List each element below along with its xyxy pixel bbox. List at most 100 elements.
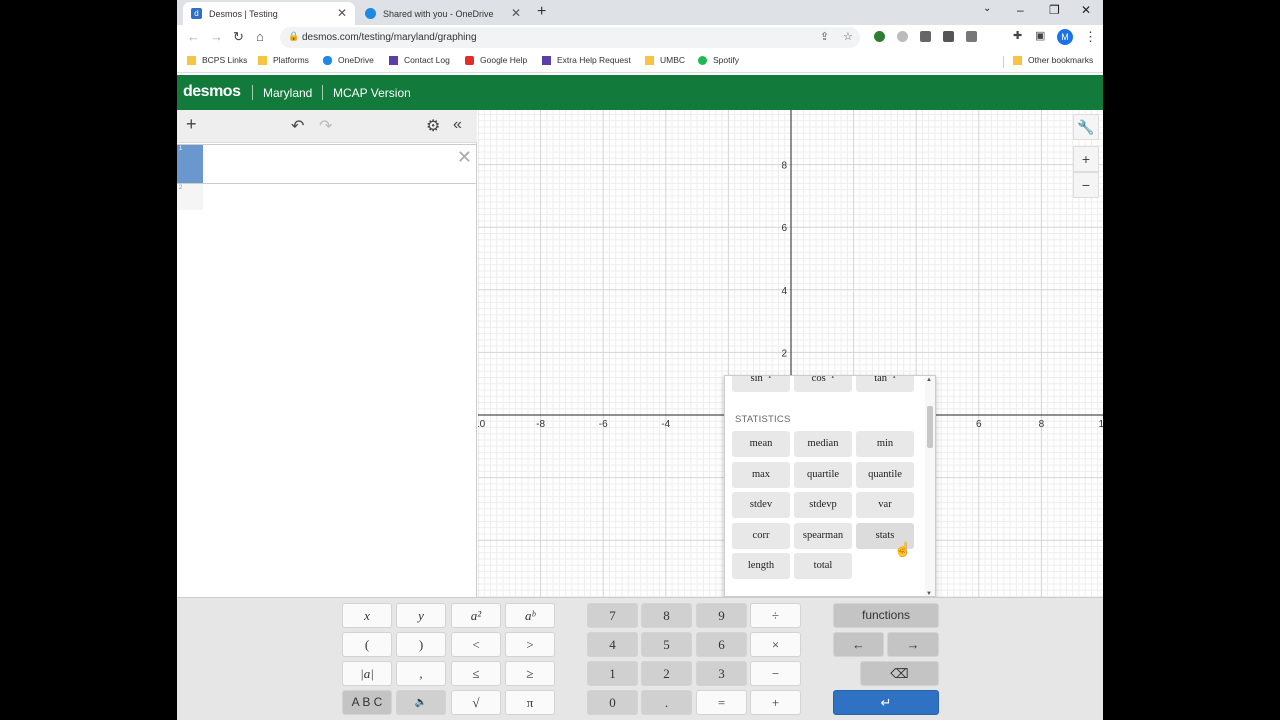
bookmark-star-icon[interactable]: ☆ bbox=[843, 30, 853, 43]
minimize-icon[interactable]: – bbox=[1017, 3, 1024, 17]
scroll-thumb[interactable] bbox=[927, 406, 933, 448]
key-minus[interactable]: − bbox=[750, 661, 801, 686]
expression-row[interactable]: 1 ✕ bbox=[177, 144, 477, 184]
key-x[interactable]: x bbox=[342, 603, 392, 628]
zoom-in-button[interactable]: + bbox=[1073, 146, 1099, 172]
key-0[interactable]: 0 bbox=[587, 690, 638, 715]
key-4[interactable]: 4 bbox=[587, 632, 638, 657]
collapse-panel-icon[interactable]: « bbox=[453, 116, 462, 134]
func-button[interactable]: quantile bbox=[856, 462, 914, 488]
func-button[interactable]: min bbox=[856, 431, 914, 457]
bookmark-google-help[interactable]: Google Help bbox=[465, 55, 527, 65]
key-less-equal[interactable]: ≤ bbox=[451, 661, 501, 686]
functions-button[interactable]: functions bbox=[833, 603, 939, 628]
key-a-power-b[interactable]: aᵇ bbox=[505, 603, 555, 628]
close-tab-icon[interactable]: ✕ bbox=[337, 6, 347, 20]
key-5[interactable]: 5 bbox=[641, 632, 692, 657]
address-bar[interactable]: 🔒 desmos.com/testing/maryland/graphing ⇪… bbox=[280, 27, 860, 48]
extension-icon[interactable] bbox=[966, 31, 977, 42]
func-button[interactable]: max bbox=[732, 462, 790, 488]
share-icon[interactable]: ⇪ bbox=[820, 30, 829, 43]
func-button[interactable]: sin⁻¹ bbox=[732, 376, 790, 392]
extension-icon[interactable] bbox=[874, 31, 885, 42]
extension-icon[interactable] bbox=[897, 31, 908, 42]
key-pi[interactable]: π bbox=[505, 690, 555, 715]
bookmark-platforms[interactable]: Platforms bbox=[258, 55, 309, 65]
home-icon[interactable]: ⌂ bbox=[256, 29, 264, 44]
restore-icon[interactable]: ❐ bbox=[1049, 3, 1060, 17]
key-8[interactable]: 8 bbox=[641, 603, 692, 628]
profile-avatar[interactable]: M bbox=[1057, 29, 1073, 45]
side-panel-icon[interactable]: ▣ bbox=[1035, 29, 1045, 42]
key-plus[interactable]: + bbox=[750, 690, 801, 715]
func-button[interactable]: length bbox=[732, 553, 790, 579]
func-button[interactable]: stdev bbox=[732, 492, 790, 518]
key-9[interactable]: 9 bbox=[696, 603, 747, 628]
puzzle-extensions-icon[interactable]: ✚ bbox=[1013, 29, 1022, 42]
key-greater-than[interactable]: > bbox=[505, 632, 555, 657]
back-arrow-icon[interactable]: ← bbox=[187, 29, 200, 44]
func-button[interactable]: tan⁻¹ bbox=[856, 376, 914, 392]
shield-extension-icon[interactable] bbox=[920, 31, 931, 42]
func-button[interactable]: mean bbox=[732, 431, 790, 457]
key-multiply[interactable]: × bbox=[750, 632, 801, 657]
menu-kebab-icon[interactable]: ⋮ bbox=[1084, 29, 1097, 45]
key-abs[interactable]: |a| bbox=[342, 661, 392, 686]
add-item-icon[interactable]: + bbox=[186, 114, 197, 135]
key-a-squared[interactable]: a² bbox=[451, 603, 501, 628]
key-open-paren[interactable]: ( bbox=[342, 632, 392, 657]
key-decimal[interactable]: . bbox=[641, 690, 692, 715]
settings-gear-icon[interactable]: ⚙ bbox=[426, 116, 440, 136]
popup-scrollbar[interactable]: ▲ ▼ bbox=[925, 376, 935, 596]
func-button[interactable]: median bbox=[794, 431, 852, 457]
key-divide[interactable]: ÷ bbox=[750, 603, 801, 628]
key-comma[interactable]: , bbox=[396, 661, 446, 686]
bookmark-other[interactable]: Other bookmarks bbox=[1013, 55, 1093, 65]
shield-extension-icon[interactable] bbox=[943, 31, 954, 42]
backspace-key-icon[interactable]: ⌫ bbox=[860, 661, 939, 686]
func-button[interactable]: var bbox=[856, 492, 914, 518]
key-7[interactable]: 7 bbox=[587, 603, 638, 628]
tab-onedrive[interactable]: Shared with you - OneDrive ✕ bbox=[357, 2, 529, 25]
speaker-icon[interactable]: 🔈 bbox=[396, 690, 446, 715]
func-button[interactable]: spearman bbox=[794, 523, 852, 549]
key-equals[interactable]: = bbox=[696, 690, 747, 715]
bookmark-contact-log[interactable]: Contact Log bbox=[389, 55, 450, 65]
func-button[interactable]: total bbox=[794, 553, 852, 579]
func-button[interactable]: quartile bbox=[794, 462, 852, 488]
left-arrow-key-icon[interactable]: ← bbox=[833, 632, 884, 657]
tab-desmos[interactable]: d Desmos | Testing ✕ bbox=[183, 2, 355, 25]
zoom-out-button[interactable]: − bbox=[1073, 172, 1099, 198]
key-6[interactable]: 6 bbox=[696, 632, 747, 657]
func-button[interactable]: stdevp bbox=[794, 492, 852, 518]
delete-expression-icon[interactable]: ✕ bbox=[457, 147, 472, 168]
bookmark-bcps-links[interactable]: BCPS Links bbox=[187, 55, 247, 65]
bookmark-umbc[interactable]: UMBC bbox=[645, 55, 685, 65]
key-abc[interactable]: A B C bbox=[342, 690, 392, 715]
forward-arrow-icon[interactable]: → bbox=[210, 29, 223, 44]
bookmark-extra-help-request[interactable]: Extra Help Request bbox=[542, 55, 631, 65]
key-3[interactable]: 3 bbox=[696, 661, 747, 686]
close-window-icon[interactable]: ✕ bbox=[1081, 3, 1091, 17]
undo-icon[interactable]: ↶ bbox=[291, 116, 304, 136]
bookmark-onedrive[interactable]: OneDrive bbox=[323, 55, 374, 65]
func-button[interactable]: corr bbox=[732, 523, 790, 549]
key-sqrt[interactable]: √ bbox=[451, 690, 501, 715]
new-tab-button[interactable]: + bbox=[537, 3, 546, 21]
key-greater-equal[interactable]: ≥ bbox=[505, 661, 555, 686]
right-arrow-key-icon[interactable]: → bbox=[887, 632, 939, 657]
key-y[interactable]: y bbox=[396, 603, 446, 628]
scroll-up-icon[interactable]: ▲ bbox=[926, 377, 932, 383]
bookmark-spotify[interactable]: Spotify bbox=[698, 55, 739, 65]
graph-settings-wrench-icon[interactable]: 🔧 bbox=[1073, 114, 1099, 140]
key-less-than[interactable]: < bbox=[451, 632, 501, 657]
key-1[interactable]: 1 bbox=[587, 661, 638, 686]
key-close-paren[interactable]: ) bbox=[396, 632, 446, 657]
reload-icon[interactable]: ↻ bbox=[233, 29, 244, 45]
key-2[interactable]: 2 bbox=[641, 661, 692, 686]
close-tab-icon[interactable]: ✕ bbox=[511, 6, 521, 20]
tab-search-chevron-icon[interactable]: ⌄ bbox=[983, 3, 991, 14]
redo-icon[interactable]: ↷ bbox=[319, 116, 332, 136]
func-button[interactable]: cos⁻¹ bbox=[794, 376, 852, 392]
enter-key-icon[interactable]: ↵ bbox=[833, 690, 939, 715]
